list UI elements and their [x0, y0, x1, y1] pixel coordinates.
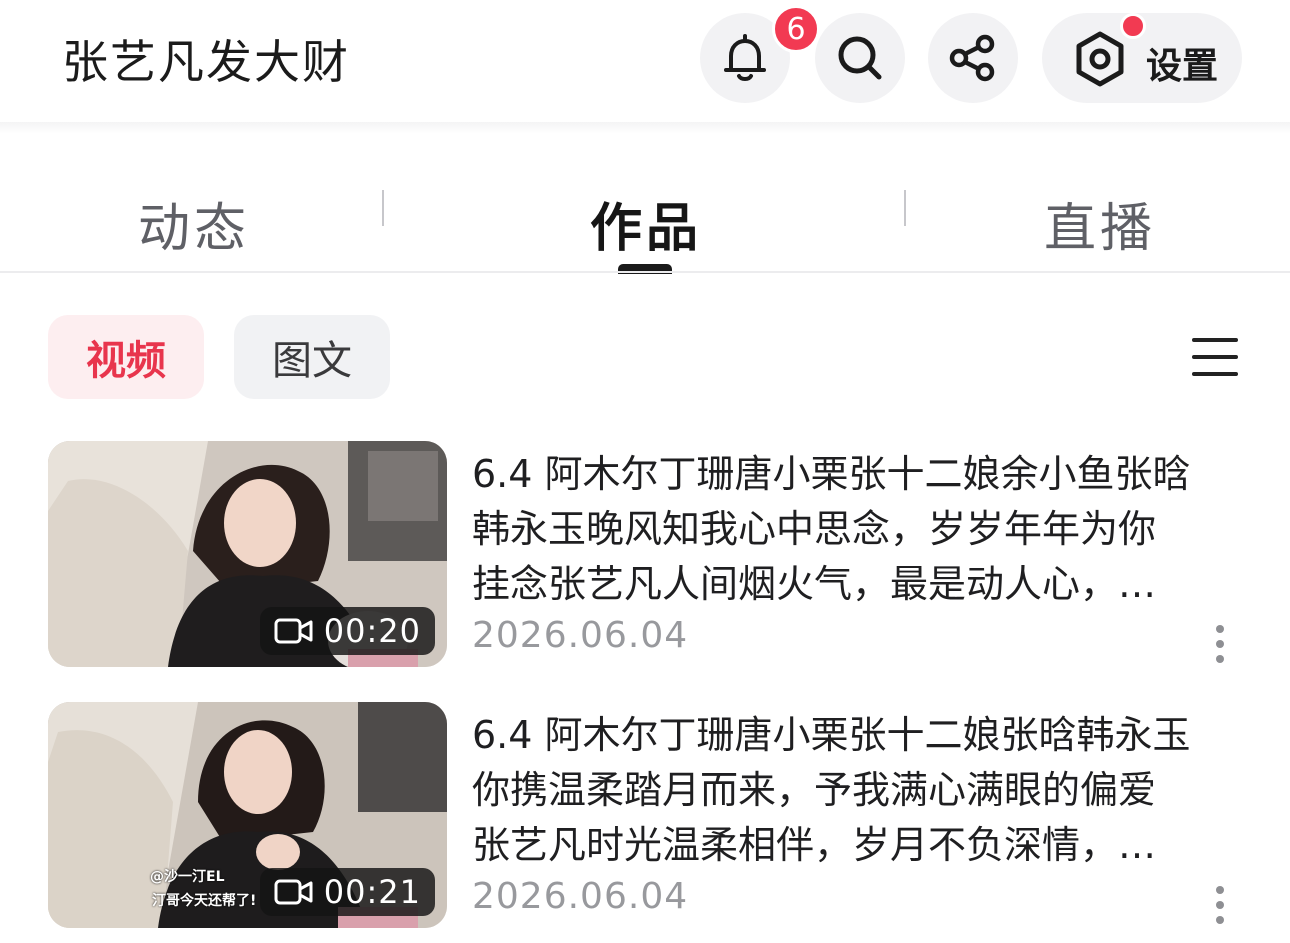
filter-image-text-chip[interactable]: 图文 — [234, 315, 390, 399]
settings-label: 设置 — [1146, 46, 1219, 87]
search-button[interactable] — [815, 13, 905, 103]
video-date: 2026.06.04 — [472, 876, 689, 917]
video-title-line: 挂念张艺凡人间烟火气，最是动人心，… — [472, 562, 1157, 606]
page-title: 张艺凡发大财 — [62, 35, 350, 89]
bell-icon — [724, 34, 766, 81]
list-menu-icon[interactable] — [1192, 336, 1238, 378]
more-options-icon[interactable] — [1212, 621, 1228, 667]
duration-text: 00:21 — [323, 873, 421, 911]
filter-video-chip[interactable]: 视频 — [48, 315, 204, 399]
duration-text: 00:20 — [323, 612, 421, 650]
video-camera-icon — [274, 879, 313, 905]
profile-tabs: 动态 作品 直播 — [0, 148, 1290, 272]
tab-separator — [382, 190, 384, 226]
video-title-line: 你携温柔踏月而来，予我满心满眼的偏爱 — [472, 768, 1157, 812]
video-title-line: 6.4 阿木尔丁珊唐小栗张十二娘张晗韩永玉 — [472, 713, 1191, 757]
tabs-divider — [0, 271, 1290, 273]
header-divider — [0, 122, 1290, 134]
list-item[interactable]: 00:20 6.4 阿木尔丁珊唐小栗张十二娘余小鱼张晗 韩永玉晚风知我心中思念，… — [0, 441, 1290, 671]
video-thumbnail[interactable]: 00:20 — [48, 441, 447, 667]
video-title-line: 张艺凡时光温柔相伴，岁月不负深情，… — [472, 823, 1157, 867]
settings-icon — [1076, 31, 1124, 87]
top-bar: 张艺凡发大财 6 设置 — [0, 0, 1290, 122]
video-title[interactable]: 6.4 阿木尔丁珊唐小栗张十二娘余小鱼张晗 韩永玉晚风知我心中思念，岁岁年年为你… — [472, 447, 1244, 612]
video-duration-badge: 00:20 — [259, 607, 435, 655]
video-duration-badge: 00:21 — [259, 868, 435, 916]
tab-live[interactable]: 直播 — [1044, 186, 1156, 261]
notification-count-badge: 6 — [772, 5, 820, 53]
tab-separator — [904, 190, 906, 226]
search-icon — [838, 36, 882, 80]
video-title-line: 韩永玉晚风知我心中思念，岁岁年年为你 — [472, 507, 1157, 551]
watermark-text: 汀哥今天还帮了! — [152, 893, 257, 909]
list-item[interactable]: @沙一汀EL 汀哥今天还帮了! 00:21 6.4 阿木尔丁珊唐小栗张十二娘张晗… — [0, 702, 1290, 932]
video-camera-icon — [274, 618, 313, 644]
share-button[interactable] — [928, 13, 1018, 103]
more-options-icon[interactable] — [1212, 882, 1228, 928]
video-title-line: 6.4 阿木尔丁珊唐小栗张十二娘余小鱼张晗 — [472, 452, 1191, 496]
video-date: 2026.06.04 — [472, 615, 689, 656]
video-title[interactable]: 6.4 阿木尔丁珊唐小栗张十二娘张晗韩永玉 你携温柔踏月而来，予我满心满眼的偏爱… — [472, 708, 1244, 873]
watermark-text: @沙一汀EL — [150, 869, 225, 885]
video-thumbnail[interactable]: @沙一汀EL 汀哥今天还帮了! 00:21 — [48, 702, 447, 928]
tab-works[interactable]: 作品 — [590, 186, 702, 261]
tab-dynamics[interactable]: 动态 — [138, 186, 250, 261]
share-icon — [949, 34, 995, 82]
settings-red-dot — [1120, 13, 1146, 39]
